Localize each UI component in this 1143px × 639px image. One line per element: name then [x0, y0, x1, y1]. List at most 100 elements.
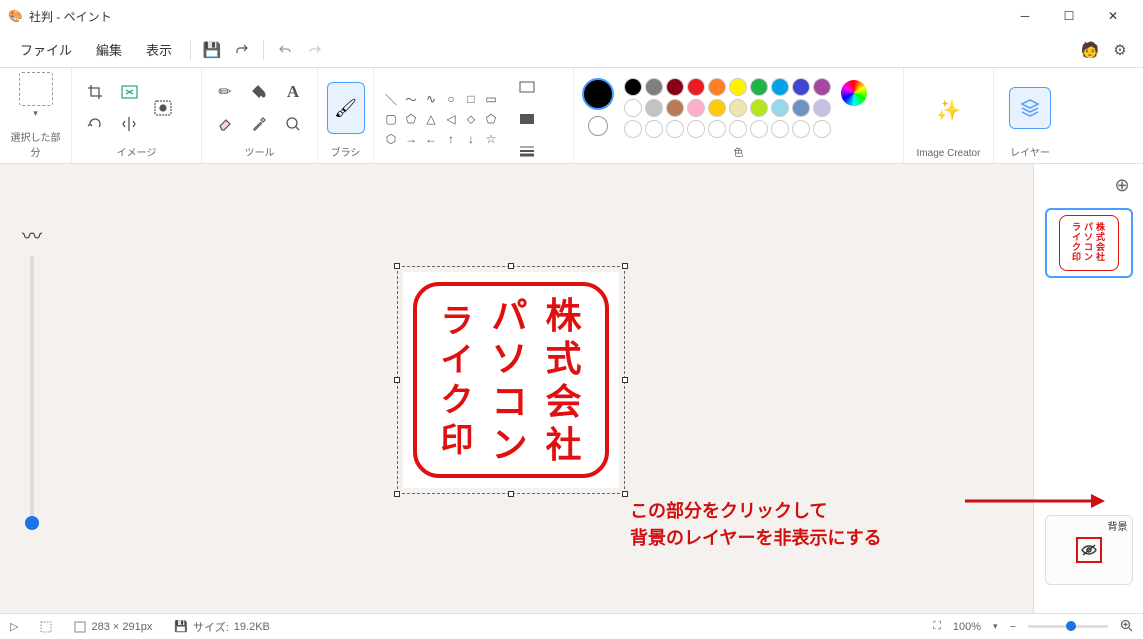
- resize-handle[interactable]: [622, 263, 628, 269]
- color-palette[interactable]: [624, 78, 831, 138]
- resize-handle[interactable]: [508, 491, 514, 497]
- layers-button[interactable]: [1009, 87, 1051, 129]
- undo-icon[interactable]: [270, 35, 300, 65]
- eyedropper-tool[interactable]: [244, 109, 274, 139]
- resize-handle[interactable]: [508, 263, 514, 269]
- statusbar: ▷ 283 × 291px 💾 サイズ: 19.2KB ⛶ 100% ▾ −: [0, 613, 1143, 639]
- color-swatch[interactable]: [729, 99, 747, 117]
- menu-file[interactable]: ファイル: [8, 34, 84, 65]
- resize-icon[interactable]: [114, 77, 144, 107]
- color-swatch[interactable]: [687, 99, 705, 117]
- menu-view[interactable]: 表示: [134, 34, 184, 65]
- background-label: 背景: [1108, 518, 1128, 533]
- color-swatch[interactable]: [750, 99, 768, 117]
- save-icon[interactable]: 💾: [197, 35, 227, 65]
- selection-bounds[interactable]: [397, 266, 625, 494]
- window-title: 社判 - ペイント: [29, 8, 112, 25]
- color-swatch[interactable]: [666, 99, 684, 117]
- color-swatch[interactable]: [792, 99, 810, 117]
- settings-icon[interactable]: ⚙: [1105, 35, 1135, 65]
- color-swatch[interactable]: [792, 120, 810, 138]
- brush-size-slider[interactable]: 〰: [20, 220, 44, 530]
- zoom-slider[interactable]: [1028, 625, 1108, 628]
- resize-handle[interactable]: [622, 491, 628, 497]
- toggle-visibility-button[interactable]: [1076, 537, 1102, 563]
- color-swatch[interactable]: [750, 78, 768, 96]
- magnifier-tool[interactable]: [278, 109, 308, 139]
- secondary-color[interactable]: [588, 116, 608, 136]
- titlebar: 🎨 社判 - ペイント ─ ☐ ✕: [0, 0, 1143, 32]
- zoom-dropdown-icon[interactable]: ▾: [993, 621, 998, 632]
- color-swatch[interactable]: [771, 78, 789, 96]
- menubar: ファイル 編集 表示 💾 🧑 ⚙: [0, 32, 1143, 68]
- color-swatch[interactable]: [624, 120, 642, 138]
- canvas-area[interactable]: 〰 ライク印 パソコン 株式会社: [0, 164, 1143, 613]
- color-swatch[interactable]: [645, 120, 663, 138]
- close-button[interactable]: ✕: [1091, 0, 1135, 32]
- flip-icon[interactable]: [114, 109, 144, 139]
- color-swatch[interactable]: [687, 120, 705, 138]
- remove-bg-icon[interactable]: [148, 93, 178, 123]
- color-swatch[interactable]: [624, 78, 642, 96]
- chevron-down-icon[interactable]: ▾: [33, 108, 38, 119]
- primary-color[interactable]: [582, 78, 614, 110]
- fit-screen-icon[interactable]: ⛶: [933, 620, 941, 633]
- add-layer-button[interactable]: ⊕: [1109, 172, 1135, 198]
- shape-fill-icon[interactable]: [512, 104, 542, 134]
- layer-item-background[interactable]: 背景: [1045, 515, 1133, 585]
- resize-handle[interactable]: [394, 263, 400, 269]
- group-label-colors: 色: [582, 144, 895, 161]
- color-swatch[interactable]: [729, 78, 747, 96]
- group-label-brushes: ブラシ: [326, 144, 365, 161]
- color-swatch[interactable]: [792, 78, 810, 96]
- menu-edit[interactable]: 編集: [84, 34, 134, 65]
- resize-handle[interactable]: [622, 377, 628, 383]
- color-swatch[interactable]: [708, 120, 726, 138]
- resize-handle[interactable]: [394, 377, 400, 383]
- fill-tool[interactable]: [244, 77, 274, 107]
- group-label-selection: 選択した部分: [8, 129, 63, 161]
- file-size-status: 💾 サイズ: 19.2KB: [174, 619, 270, 635]
- shape-outline-icon[interactable]: [512, 72, 542, 102]
- app-icon: 🎨: [8, 9, 23, 23]
- zoom-in-icon[interactable]: [1120, 619, 1133, 635]
- cursor-tool-icon: ▷: [10, 620, 18, 633]
- color-swatch[interactable]: [624, 99, 642, 117]
- maximize-button[interactable]: ☐: [1047, 0, 1091, 32]
- select-tool[interactable]: [19, 72, 53, 106]
- resize-handle[interactable]: [394, 491, 400, 497]
- redo-icon[interactable]: [300, 35, 330, 65]
- zoom-out-icon[interactable]: −: [1010, 621, 1016, 633]
- color-swatch[interactable]: [687, 78, 705, 96]
- crop-icon[interactable]: [80, 77, 110, 107]
- minimize-button[interactable]: ─: [1003, 0, 1047, 32]
- layers-panel: ⊕ ライク印 パソコン 株式会社 背景: [1033, 164, 1143, 613]
- color-swatch[interactable]: [750, 120, 768, 138]
- color-swatch[interactable]: [813, 78, 831, 96]
- line-weight-icon[interactable]: [512, 136, 542, 166]
- brush-tool[interactable]: 🖌: [327, 82, 365, 134]
- color-swatch[interactable]: [813, 120, 831, 138]
- color-swatch[interactable]: [813, 99, 831, 117]
- eraser-tool[interactable]: [210, 109, 240, 139]
- color-swatch[interactable]: [771, 99, 789, 117]
- color-swatch[interactable]: [666, 78, 684, 96]
- canvas-selection[interactable]: ライク印 パソコン 株式会社: [403, 272, 619, 488]
- layer-item-1[interactable]: ライク印 パソコン 株式会社: [1045, 208, 1133, 278]
- rotate-icon[interactable]: [80, 109, 110, 139]
- color-swatch[interactable]: [729, 120, 747, 138]
- text-tool[interactable]: A: [278, 77, 308, 107]
- color-swatch[interactable]: [666, 120, 684, 138]
- color-swatch[interactable]: [708, 78, 726, 96]
- group-label-tools: ツール: [210, 144, 309, 161]
- color-swatch[interactable]: [645, 78, 663, 96]
- color-swatch[interactable]: [708, 99, 726, 117]
- color-swatch[interactable]: [771, 120, 789, 138]
- shapes-gallery[interactable]: ＼〜∿○□▭ ▢⬠△◁⬦⬠ ⬡→←↑↓☆: [382, 90, 500, 148]
- user-avatar-icon[interactable]: 🧑: [1075, 35, 1105, 65]
- share-icon[interactable]: [227, 35, 257, 65]
- pencil-tool[interactable]: ✏: [210, 77, 240, 107]
- image-creator-button[interactable]: ✨: [919, 98, 979, 123]
- color-swatch[interactable]: [645, 99, 663, 117]
- color-picker-icon[interactable]: [841, 80, 867, 106]
